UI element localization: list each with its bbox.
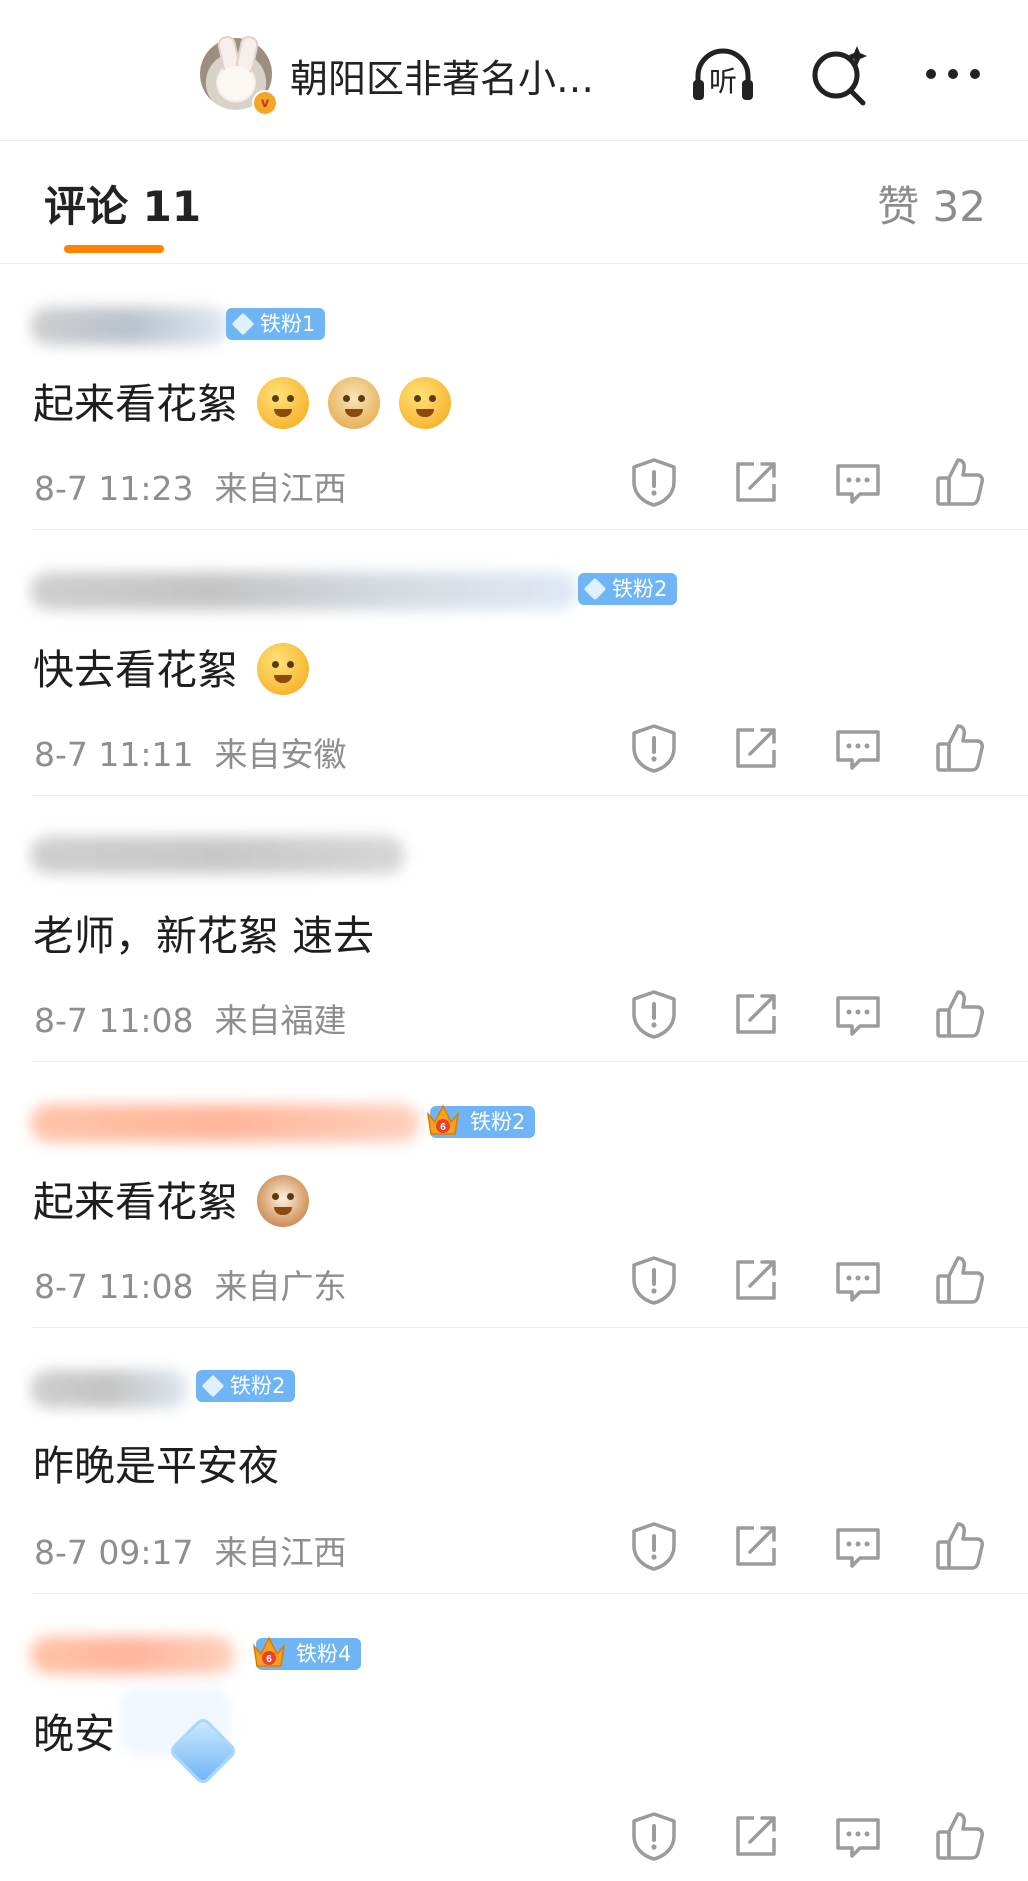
like-icon[interactable] <box>932 986 988 1042</box>
repost-icon[interactable] <box>728 1808 784 1864</box>
laughing-face-icon <box>399 377 452 429</box>
tab-likes[interactable]: 赞 32 <box>877 173 986 234</box>
account-avatar[interactable]: v <box>200 34 278 116</box>
thinking-face-icon <box>257 377 310 429</box>
listen-button[interactable]: 听 <box>688 40 758 110</box>
username-blurred[interactable] <box>30 1636 235 1674</box>
reply-icon[interactable] <box>830 1518 886 1574</box>
comment-actions <box>620 986 1000 1042</box>
comment-item: 铁粉2 昨晚是平安夜 8-7 09:17 来自江西 <box>0 1328 1028 1594</box>
fan-badge[interactable]: 铁粉1 <box>226 308 326 340</box>
account-name[interactable]: 朝阳区非著名小… <box>290 48 594 103</box>
tab-comments[interactable]: 评论 11 <box>44 173 201 234</box>
username-blurred[interactable] <box>30 836 405 874</box>
report-icon[interactable] <box>626 1518 682 1574</box>
username-blurred[interactable] <box>30 1104 420 1142</box>
comment-location: 来自福建 <box>214 1001 347 1040</box>
comment-meta: 8-7 09:17 来自江西 <box>34 1526 346 1574</box>
comment-item: 老师，新花絮 速去 8-7 11:08 来自福建 <box>0 796 1028 1062</box>
reply-icon[interactable] <box>830 454 886 510</box>
comment-time: 8-7 11:23 <box>34 469 194 508</box>
comment-actions <box>620 1252 1000 1308</box>
report-icon[interactable] <box>626 1808 682 1864</box>
fan-badge[interactable]: 铁粉2 <box>427 1105 536 1138</box>
comment-actions <box>620 454 1000 510</box>
reply-icon[interactable] <box>830 986 886 1042</box>
more-dots-icon <box>926 69 980 79</box>
repost-icon[interactable] <box>728 454 784 510</box>
reply-icon[interactable] <box>830 1252 886 1308</box>
username-blurred[interactable] <box>30 572 578 610</box>
like-icon[interactable] <box>932 1808 988 1864</box>
comment-location: 来自江西 <box>214 1533 347 1572</box>
fan-badge[interactable]: 铁粉4 <box>253 1637 362 1670</box>
comment-tabs: 评论 11 赞 32 <box>0 141 1028 264</box>
crown-icon <box>250 1632 288 1672</box>
diamond-icon <box>231 312 255 336</box>
report-icon[interactable] <box>626 1252 682 1308</box>
report-icon[interactable] <box>626 986 682 1042</box>
report-icon[interactable] <box>626 454 682 510</box>
comment-item: 铁粉1 起来看花絮 8-7 11:23 来自江西 <box>0 264 1028 530</box>
comment-meta: 8-7 11:08 来自广东 <box>34 1260 346 1308</box>
comment-time: 8-7 11:11 <box>34 735 194 774</box>
comment-item: 铁粉2 快去看花絮 8-7 11:11 来自安徽 <box>0 530 1028 796</box>
listen-label: 听 <box>708 65 737 98</box>
report-icon[interactable] <box>626 720 682 776</box>
more-button[interactable] <box>918 40 988 110</box>
fan-badge[interactable]: 铁粉2 <box>196 1370 296 1402</box>
diamond-icon <box>583 577 607 601</box>
cat-face-icon <box>257 1175 310 1227</box>
comment-meta: 8-7 11:11 来自安徽 <box>34 728 346 776</box>
comment-text: 起来看花絮 <box>33 1168 310 1231</box>
comment-location: 来自广东 <box>214 1267 347 1306</box>
comment-location: 来自江西 <box>214 469 347 508</box>
comment-time: 8-7 09:17 <box>34 1533 194 1572</box>
comment-meta: 8-7 11:08 来自福建 <box>34 994 346 1042</box>
fan-badge[interactable]: 铁粉2 <box>578 573 678 605</box>
diamond-icon <box>201 1374 225 1398</box>
like-icon[interactable] <box>932 454 988 510</box>
repost-icon[interactable] <box>728 720 784 776</box>
comment-text: 起来看花絮 <box>33 370 452 433</box>
comment-item: 铁粉4 晚安 <box>0 1594 1028 1881</box>
doge-face-icon <box>328 377 381 429</box>
repost-icon[interactable] <box>728 986 784 1042</box>
verified-badge-icon: v <box>252 90 278 116</box>
like-icon[interactable] <box>932 1518 988 1574</box>
active-tab-indicator <box>64 245 164 253</box>
crown-icon <box>424 1100 462 1140</box>
like-icon[interactable] <box>932 1252 988 1308</box>
comment-time: 8-7 11:08 <box>34 1001 194 1040</box>
comment-actions <box>620 1808 1000 1864</box>
comment-item: 铁粉2 起来看花絮 8-7 11:08 来自广东 <box>0 1062 1028 1328</box>
reply-icon[interactable] <box>830 720 886 776</box>
comment-text: 快去看花絮 <box>33 636 310 699</box>
crying-face-icon <box>257 643 310 695</box>
like-icon[interactable] <box>932 720 988 776</box>
repost-icon[interactable] <box>728 1518 784 1574</box>
search-sparkle-icon <box>812 46 867 106</box>
username-blurred[interactable] <box>30 1370 188 1408</box>
comment-actions <box>620 1518 1000 1574</box>
comment-location: 来自安徽 <box>214 735 347 774</box>
comment-text: 晚安 <box>33 1710 115 1758</box>
search-button[interactable] <box>805 40 875 110</box>
reply-icon[interactable] <box>830 1808 886 1864</box>
comment-meta: 8-7 11:23 来自江西 <box>34 462 346 510</box>
repost-icon[interactable] <box>728 1252 784 1308</box>
comment-text: 昨晚是平安夜 <box>33 1442 279 1490</box>
top-bar: v 朝阳区非著名小… 听 <box>0 0 1028 141</box>
comment-actions <box>620 720 1000 776</box>
comment-text: 老师，新花絮 速去 <box>33 912 375 960</box>
comment-time: 8-7 11:08 <box>34 1267 194 1306</box>
username-blurred[interactable] <box>30 307 228 345</box>
